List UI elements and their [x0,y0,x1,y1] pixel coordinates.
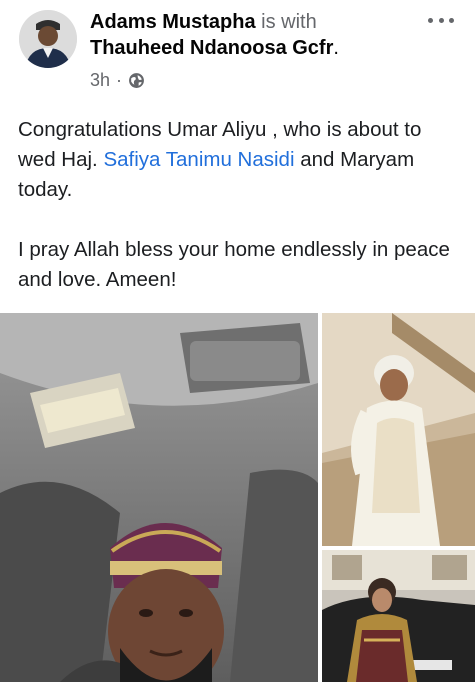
meta-separator: · [116,70,123,90]
author-name[interactable]: Adams Mustapha [90,11,256,33]
author-avatar[interactable] [19,10,77,68]
post-author-line: Adams Mustapha is with Thauheed Ndanoosa… [90,9,410,61]
photo-grid [0,313,475,682]
more-dot [428,17,433,23]
more-options-icon[interactable] [424,8,458,32]
post-body: Congratulations Umar Aliyu , who is abou… [18,115,458,295]
post-header: Adams Mustapha is with Thauheed Ndanoosa… [0,0,475,100]
tagged-user[interactable]: Thauheed Ndanoosa Gcfr [90,37,333,59]
post-meta: 3h · [90,70,145,91]
more-dot [438,17,444,23]
post-paragraph-1: Congratulations Umar Aliyu , who is abou… [18,115,458,205]
globe-icon[interactable] [128,72,145,89]
photo-woman-by-car[interactable] [322,550,475,682]
photo-woman-white-dress[interactable] [322,313,475,546]
with-text: is with [261,11,317,33]
more-dot [449,17,454,23]
tagged-suffix: . [333,37,339,59]
mention-link[interactable]: Safiya Tanimu Nasidi [103,148,294,171]
photo-man-selfie[interactable] [0,313,318,682]
post-time[interactable]: 3h [90,70,110,91]
post-paragraph-2: I pray Allah bless your home endlessly i… [18,238,450,291]
